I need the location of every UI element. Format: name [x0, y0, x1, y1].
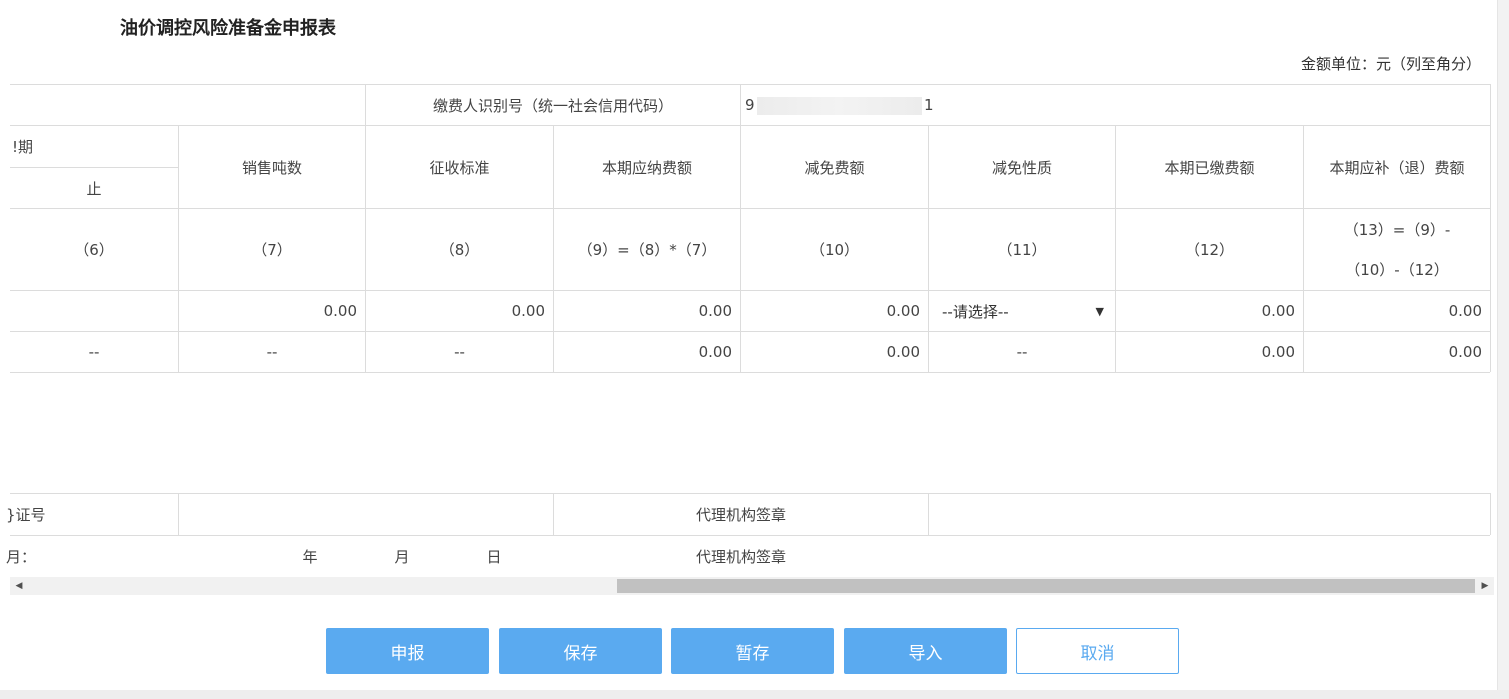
total-col7: -- — [266, 343, 278, 361]
scroll-right-icon[interactable]: ▶ — [1476, 577, 1494, 595]
import-button[interactable]: 导入 — [844, 628, 1007, 674]
grid-line — [1490, 493, 1491, 535]
refund-value: 0.00 — [1448, 302, 1482, 320]
total-col8: -- — [454, 343, 465, 361]
reduction-nature-select[interactable]: --请选择-- ▼ — [936, 297, 1110, 325]
agent-seal-label-2: 代理机构签章 — [695, 547, 786, 566]
sales-tons-input[interactable]: 0.00 — [179, 291, 365, 331]
col-reduction-header: 减免费额 — [804, 158, 865, 177]
formula-col9: （9）=（8）*（7） — [577, 241, 717, 259]
formula-col6: （6） — [74, 241, 114, 259]
scrollbar-thumb[interactable] — [617, 579, 1475, 593]
taxpayer-id-suffix: 1 — [924, 96, 934, 114]
total-col11: -- — [1016, 343, 1028, 361]
formula-col13: （13）=（9）- （10）-（12） — [1304, 209, 1490, 290]
dropdown-arrow-icon: ▼ — [1095, 304, 1104, 318]
col-payable-header: 本期应纳费额 — [601, 158, 692, 177]
formula-col10: （10） — [809, 241, 860, 259]
agent-seal-label: 代理机构签章 — [695, 506, 786, 524]
page-bottom-edge — [0, 690, 1509, 699]
formula-col8: （8） — [439, 241, 480, 259]
paid-input[interactable]: 0.00 — [1116, 291, 1303, 331]
total-reduction: 0.00 — [886, 343, 920, 361]
save-button[interactable]: 保存 — [499, 628, 662, 674]
scroll-left-icon[interactable]: ◀ — [10, 577, 28, 595]
period-end-header: 止 — [86, 179, 102, 198]
page-scrollbar-track — [1497, 0, 1509, 699]
grid-line — [1490, 84, 1491, 372]
reduction-input[interactable]: 0.00 — [741, 291, 928, 331]
taxpayer-id-label: 缴费人识别号（统一社会信用代码） — [432, 96, 673, 115]
total-refund: 0.00 — [1448, 343, 1482, 361]
grid-line — [928, 493, 929, 535]
formula-col12: （12） — [1184, 241, 1235, 259]
total-payable: 0.00 — [698, 343, 732, 361]
submit-button[interactable]: 申报 — [326, 628, 489, 674]
formula-col13-line1: （13）=（9）- — [1343, 220, 1451, 239]
total-col6: -- — [88, 343, 100, 361]
payable-value: 0.00 — [698, 302, 732, 320]
formula-col11: （11） — [997, 241, 1047, 259]
grid-line — [10, 372, 1490, 373]
month-label: 月 — [394, 547, 410, 566]
formula-col7: （7） — [252, 241, 292, 259]
col-refund-header: 本期应补（退）费额 — [1329, 158, 1465, 177]
taxpayer-id-redacted — [757, 97, 922, 115]
horizontal-scrollbar[interactable]: ◀ ▶ — [10, 577, 1494, 595]
year-label: 年 — [302, 547, 318, 566]
col-standard-header: 征收标准 — [429, 158, 490, 177]
grid-line — [178, 493, 179, 535]
cancel-button[interactable]: 取消 — [1016, 628, 1179, 674]
amount-unit-label: 金额单位：元（列至角分） — [1300, 55, 1481, 73]
total-paid: 0.00 — [1261, 343, 1295, 361]
col-sales-tons-header: 销售吨数 — [241, 158, 302, 177]
form-page: 油价调控风险准备金申报表 金额单位：元（列至角分） 缴费人识别号（统一社会信用代… — [0, 0, 1497, 690]
taxpayer-id-prefix: 9 — [745, 96, 755, 114]
col-paid-header: 本期已缴费额 — [1164, 158, 1255, 177]
day-label: 日 — [486, 547, 502, 566]
id-number-label: }证号 — [6, 506, 46, 524]
grid-line — [740, 84, 741, 125]
period-header: !期 — [12, 138, 34, 156]
col-reduction-nature-header: 减免性质 — [991, 158, 1052, 177]
temp-save-button[interactable]: 暂存 — [671, 628, 834, 674]
standard-input[interactable]: 0.00 — [366, 291, 553, 331]
date-label: 月： — [6, 547, 37, 566]
formula-col13-line2: （10）-（12） — [1345, 260, 1449, 279]
reduction-nature-selected: --请选择-- — [942, 302, 1009, 321]
page-title: 油价调控风险准备金申报表 — [120, 18, 336, 39]
